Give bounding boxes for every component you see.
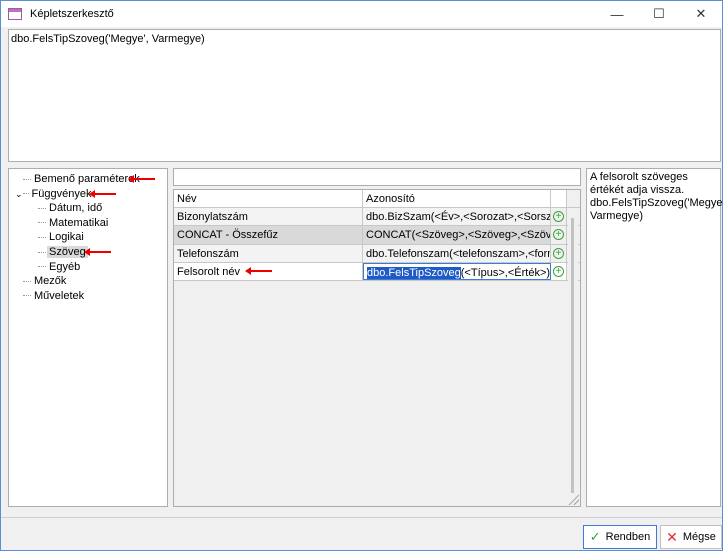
red-arrow-icon xyxy=(128,175,155,183)
table-row[interactable]: CONCAT - Összefűz CONCAT(<Szöveg>,<Szöve… xyxy=(174,226,580,245)
red-arrow-icon xyxy=(89,189,116,198)
checkmark-icon: ✓ xyxy=(589,529,601,544)
description-panel: A felsorolt szöveges értékét adja vissza… xyxy=(586,168,723,507)
formula-editor[interactable]: dbo.FelsTipSzoveg('Megye', Varmegye) xyxy=(8,29,721,162)
column-header-azonosito[interactable]: Azonosító xyxy=(363,190,551,208)
ok-button[interactable]: ✓ Rendben xyxy=(583,525,657,549)
close-button[interactable]: ✕ xyxy=(680,1,722,27)
add-icon[interactable]: + xyxy=(553,265,564,277)
tree-item-bemeno-parameterek[interactable]: Bemenő paraméterek xyxy=(9,172,167,187)
resize-grip-icon[interactable] xyxy=(567,493,579,505)
red-arrow-icon xyxy=(245,266,272,275)
table-row[interactable]: Bizonylatszám dbo.BizSzam(<Év>,<Sorozat>… xyxy=(174,208,580,227)
add-icon[interactable]: + xyxy=(553,247,564,259)
column-header-nev[interactable]: Név xyxy=(174,190,363,208)
x-icon: ✕ xyxy=(666,528,678,545)
add-icon[interactable]: + xyxy=(553,211,564,223)
tree-item-muveletek[interactable]: Műveletek xyxy=(9,289,167,304)
chevron-down-icon[interactable]: ⌄ xyxy=(15,189,23,199)
divider xyxy=(1,517,722,518)
tree-item-logikai[interactable]: Logikai xyxy=(9,230,167,245)
tree-item-szoveg[interactable]: Szöveg xyxy=(9,245,167,260)
tree-item-matematikai[interactable]: Matematikai xyxy=(9,216,167,231)
table-row-selected[interactable]: Felsorolt név dbo.FelsTipSzoveg(<Típus>,… xyxy=(174,262,580,281)
tree-item-fuggvenyek[interactable]: ⌄ Függvények xyxy=(9,187,167,202)
category-tree[interactable]: Bemenő paraméterek ⌄ Függvények Dátum, id… xyxy=(8,168,168,507)
title-bar: Képletszerkesztő — ☐ ✕ xyxy=(1,1,722,27)
search-input[interactable] xyxy=(173,168,581,186)
tree-item-egyeb[interactable]: Egyéb xyxy=(9,260,167,275)
window-title: Képletszerkesztő xyxy=(30,8,114,20)
grid-header: Név Azonosító xyxy=(174,190,580,209)
table-row[interactable]: Telefonszám dbo.Telefonszam(<telefonszam… xyxy=(174,244,580,263)
cancel-button[interactable]: ✕ Mégse xyxy=(660,525,722,549)
red-arrow-icon xyxy=(84,247,111,256)
tree-item-datum-ido[interactable]: Dátum, idő xyxy=(9,201,167,216)
vertical-scrollbar[interactable] xyxy=(568,210,578,500)
identifier-edit-field[interactable]: dbo.FelsTipSzoveg(<Típus>,<Érték>) xyxy=(363,262,551,280)
minimize-button[interactable]: — xyxy=(596,1,638,27)
functions-grid: Név Azonosító Bizonylatszám dbo.BizSzam(… xyxy=(173,189,581,507)
maximize-button[interactable]: ☐ xyxy=(638,1,680,27)
add-icon[interactable]: + xyxy=(553,229,564,241)
app-icon xyxy=(8,8,22,20)
tree-item-mezok[interactable]: Mezők xyxy=(9,274,167,289)
